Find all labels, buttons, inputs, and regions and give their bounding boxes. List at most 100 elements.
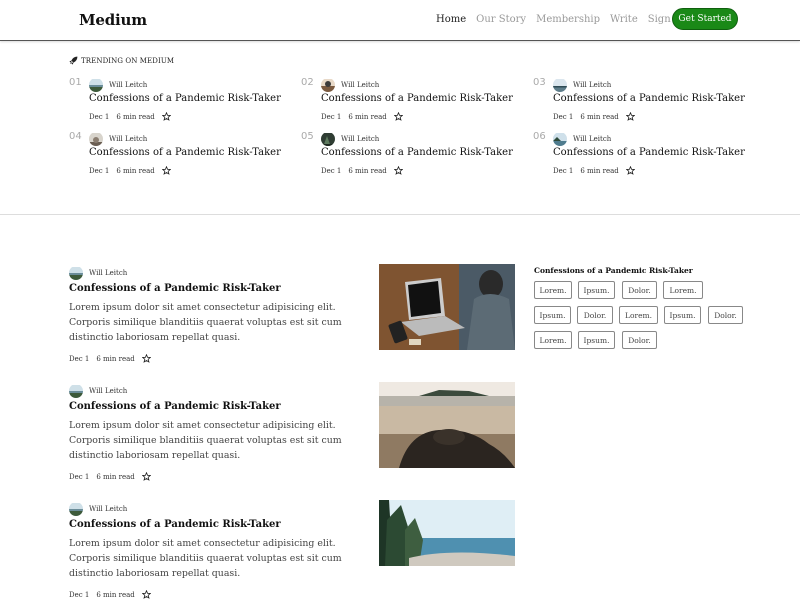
nav-home-link[interactable]: Home xyxy=(436,14,466,25)
post-date: Dec 1 xyxy=(69,354,90,363)
author-avatar xyxy=(69,266,83,280)
nav-links: Home Our Story Membership Write Sign In xyxy=(436,14,694,25)
tag-chip[interactable]: Ipsum. xyxy=(534,306,571,324)
star-icon[interactable] xyxy=(625,166,635,175)
post-date: Dec 1 xyxy=(553,112,574,121)
author-name[interactable]: Will Leitch xyxy=(89,505,127,513)
trending-item[interactable]: 05 Will Leitch Confessions of a Pandemic… xyxy=(301,131,513,179)
trending-title[interactable]: Confessions of a Pandemic Risk-Taker xyxy=(321,93,513,104)
star-icon[interactable] xyxy=(141,472,151,481)
brand-logo[interactable]: Medium xyxy=(79,11,147,29)
post-date: Dec 1 xyxy=(69,590,90,599)
post-date: Dec 1 xyxy=(321,112,342,121)
post-card[interactable]: Will Leitch Confessions of a Pandemic Ri… xyxy=(69,502,369,599)
section-divider xyxy=(0,214,800,215)
trending-item[interactable]: 03 Will Leitch Confessions of a Pandemic… xyxy=(533,77,745,125)
tag-chip[interactable]: Ipsum. xyxy=(664,306,701,324)
author-avatar xyxy=(69,502,83,516)
author-avatar xyxy=(553,132,567,146)
trending-title[interactable]: Confessions of a Pandemic Risk-Taker xyxy=(553,93,745,104)
tag-chip[interactable]: Dolor. xyxy=(577,306,613,324)
post-date: Dec 1 xyxy=(69,472,90,481)
trending-number: 05 xyxy=(301,131,314,142)
post-card[interactable]: Will Leitch Confessions of a Pandemic Ri… xyxy=(69,384,369,481)
read-time: 6 min read xyxy=(580,112,619,121)
author-avatar xyxy=(89,78,103,92)
post-excerpt: Lorem ipsum dolor sit amet consectetur a… xyxy=(69,302,342,343)
read-time: 6 min read xyxy=(116,112,155,121)
beach-rocks-photo[interactable] xyxy=(379,382,515,468)
tag-chip[interactable]: Lorem. xyxy=(534,281,572,299)
post-date: Dec 1 xyxy=(89,166,110,175)
tag-chip[interactable]: Lorem. xyxy=(619,306,658,324)
star-icon[interactable] xyxy=(141,354,151,363)
nav-write-link[interactable]: Write xyxy=(610,14,638,25)
top-navbar: Medium Home Our Story Membership Write S… xyxy=(0,0,800,41)
tag-chip[interactable]: Ipsum. xyxy=(578,331,615,349)
author-name[interactable]: Will Leitch xyxy=(109,135,147,143)
read-time: 6 min read xyxy=(96,472,135,481)
tag-chip[interactable]: Lorem. xyxy=(534,331,572,349)
trending-item[interactable]: 02 Will Leitch Confessions of a Pandemic… xyxy=(301,77,513,125)
post-title[interactable]: Confessions of a Pandemic Risk-Taker xyxy=(69,283,369,294)
nav-membership-link[interactable]: Membership xyxy=(536,14,600,25)
star-icon[interactable] xyxy=(141,590,151,599)
post-date: Dec 1 xyxy=(321,166,342,175)
read-time: 6 min read xyxy=(96,354,135,363)
trending-title[interactable]: Confessions of a Pandemic Risk-Taker xyxy=(89,147,281,158)
author-avatar xyxy=(321,78,335,92)
read-time: 6 min read xyxy=(348,166,387,175)
post-excerpt: Lorem ipsum dolor sit amet consectetur a… xyxy=(69,420,342,461)
trending-title[interactable]: Confessions of a Pandemic Risk-Taker xyxy=(89,93,281,104)
trending-title[interactable]: Confessions of a Pandemic Risk-Taker xyxy=(553,147,745,158)
author-name[interactable]: Will Leitch xyxy=(109,81,147,89)
author-avatar xyxy=(89,132,103,146)
star-icon[interactable] xyxy=(625,112,635,121)
post-date: Dec 1 xyxy=(553,166,574,175)
tag-chip[interactable]: Dolor. xyxy=(622,331,657,349)
trending-number: 04 xyxy=(69,131,82,142)
post-date: Dec 1 xyxy=(89,112,110,121)
trending-title[interactable]: Confessions of a Pandemic Risk-Taker xyxy=(321,147,513,158)
trending-item[interactable]: 06 Will Leitch Confessions of a Pandemic… xyxy=(533,131,745,179)
laptop-photo[interactable] xyxy=(379,264,515,350)
post-title[interactable]: Confessions of a Pandemic Risk-Taker xyxy=(69,519,369,530)
trending-heading: TRENDING ON MEDIUM xyxy=(69,56,174,65)
post-excerpt: Lorem ipsum dolor sit amet consectetur a… xyxy=(69,538,342,579)
star-icon[interactable] xyxy=(393,166,403,175)
coast-trees-photo[interactable] xyxy=(379,500,515,566)
trending-heading-text: TRENDING ON MEDIUM xyxy=(81,56,175,65)
tag-chip[interactable]: Ipsum. xyxy=(578,281,615,299)
read-time: 6 min read xyxy=(348,112,387,121)
author-name[interactable]: Will Leitch xyxy=(341,135,379,143)
trending-number: 03 xyxy=(533,77,546,88)
trending-item[interactable]: 01 Will Leitch Confessions of a Pandemic… xyxy=(69,77,281,125)
trending-number: 02 xyxy=(301,77,314,88)
trending-number: 01 xyxy=(69,77,82,88)
sidebar-title[interactable]: Confessions of a Pandemic Risk-Taker xyxy=(534,266,693,275)
trending-number: 06 xyxy=(533,131,546,142)
author-name[interactable]: Will Leitch xyxy=(89,269,127,277)
rocket-icon xyxy=(69,56,78,65)
tag-chip[interactable]: Dolor. xyxy=(622,281,657,299)
author-name[interactable]: Will Leitch xyxy=(341,81,379,89)
author-name[interactable]: Will Leitch xyxy=(573,135,611,143)
get-started-button[interactable]: Get Started xyxy=(672,8,738,30)
read-time: 6 min read xyxy=(116,166,155,175)
star-icon[interactable] xyxy=(161,112,171,121)
read-time: 6 min read xyxy=(96,590,135,599)
star-icon[interactable] xyxy=(393,112,403,121)
author-avatar xyxy=(69,384,83,398)
author-name[interactable]: Will Leitch xyxy=(573,81,611,89)
star-icon[interactable] xyxy=(161,166,171,175)
post-title[interactable]: Confessions of a Pandemic Risk-Taker xyxy=(69,401,369,412)
nav-our-story-link[interactable]: Our Story xyxy=(476,14,526,25)
author-avatar xyxy=(553,78,567,92)
post-card[interactable]: Will Leitch Confessions of a Pandemic Ri… xyxy=(69,266,369,363)
tag-chip[interactable]: Dolor. xyxy=(708,306,743,324)
trending-item[interactable]: 04 Will Leitch Confessions of a Pandemic… xyxy=(69,131,281,179)
read-time: 6 min read xyxy=(580,166,619,175)
author-avatar xyxy=(321,132,335,146)
tag-chip[interactable]: Lorem. xyxy=(663,281,703,299)
author-name[interactable]: Will Leitch xyxy=(89,387,127,395)
